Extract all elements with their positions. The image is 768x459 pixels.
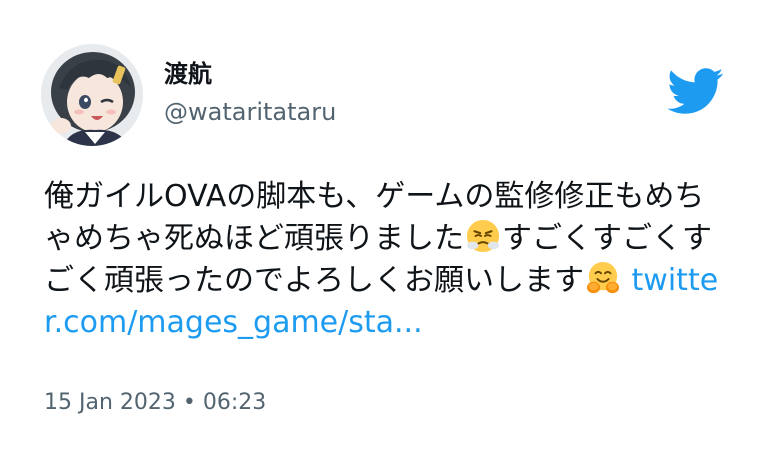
tweet-timestamp[interactable]: 15 Jan 2023 • 06:23 [44,388,266,418]
author-handle[interactable]: @wataritataru [164,96,336,128]
tweet-text: 俺ガイルOVAの脚本も、ゲームの監修修正もめちゃめちゃ死ぬほど頑張りました すご… [44,176,734,344]
avatar-illustration [41,44,143,146]
hugging-face-icon [586,261,620,294]
tweet-card: 渡航 @wataritataru 俺ガイルOVAの脚本も、ゲームの監修修正もめち… [0,0,768,459]
face-with-steam-from-nose-icon [466,219,500,253]
author-display-name[interactable]: 渡航 [164,58,212,90]
avatar[interactable] [41,44,143,146]
twitter-bird-icon[interactable] [668,68,724,114]
